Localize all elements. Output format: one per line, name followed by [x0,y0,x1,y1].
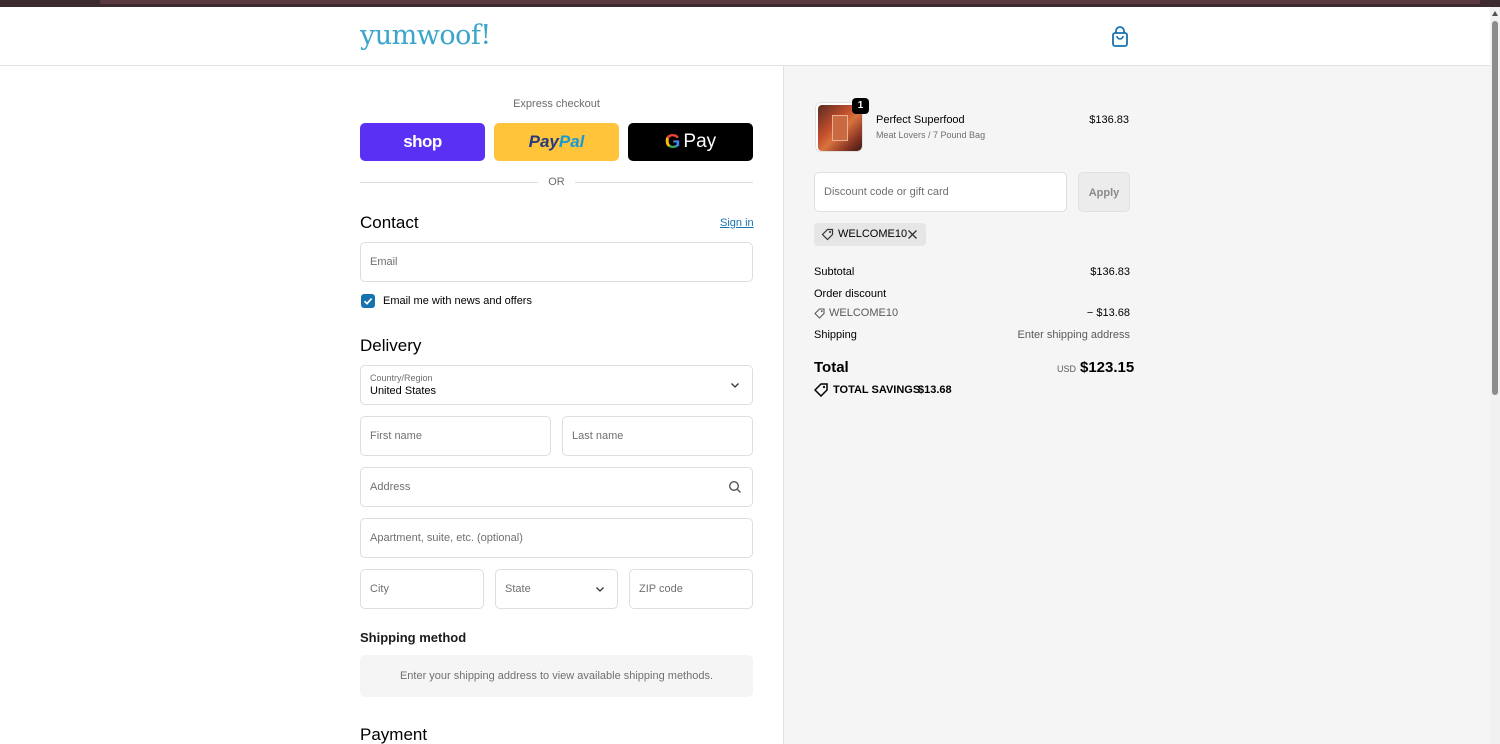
discount-code-input[interactable]: Discount code or gift card [814,172,1067,212]
contact-heading: Contact [360,213,419,232]
discount-placeholder: Discount code or gift card [824,186,949,198]
brand-logo[interactable]: yumwoof! [360,20,491,51]
country-select[interactable]: Country/Region United States [360,365,753,405]
newsletter-checkbox[interactable] [361,294,375,308]
tag-icon [821,228,834,241]
paypal-label-pal: Pal [558,132,585,151]
shopping-bag-icon[interactable] [1110,26,1130,48]
product-bag-graphic [832,115,848,141]
site-header: yumwoof! [0,7,1490,66]
sign-in-link[interactable]: Sign in [720,217,754,229]
page-scrollbar[interactable] [1490,7,1500,744]
zip-placeholder: ZIP code [639,583,683,595]
google-pay-button[interactable]: G Pay [628,123,753,161]
paypal-button[interactable]: Pay Pal [494,123,619,161]
subtotal-value: $136.83 [1090,266,1130,278]
chevron-down-icon [596,587,604,592]
country-label: Country/Region [370,373,433,383]
shipping-method-heading: Shipping method [360,630,467,645]
total-label: Total [814,359,849,376]
apartment-placeholder: Apartment, suite, etc. (optional) [370,532,523,544]
shipping-method-message: Enter your shipping address to view avai… [360,655,753,697]
scroll-up-arrow-icon[interactable] [1492,11,1498,16]
state-select[interactable]: State [495,569,618,609]
shipping-value: Enter shipping address [1017,329,1130,341]
remove-code-close-icon[interactable] [907,229,918,240]
shop-pay-button[interactable]: shop [360,123,485,161]
apply-discount-button[interactable]: Apply [1078,172,1130,212]
checkmark-icon [363,298,373,305]
apartment-field[interactable]: Apartment, suite, etc. (optional) [360,518,753,558]
scroll-thumb[interactable] [1492,21,1498,395]
city-field[interactable]: City [360,569,484,609]
total-currency: USD [1057,364,1077,374]
email-field[interactable]: Email [360,242,753,282]
last-name-placeholder: Last name [572,430,624,442]
express-checkout-label: Express checkout [513,98,600,110]
total-savings-value: $13.68 [918,384,952,396]
google-pay-label: Pay [683,131,717,152]
order-discount-label: Order discount [814,288,887,300]
order-discount-code: WELCOME10 [829,307,899,319]
divider-left [360,182,538,183]
email-placeholder: Email [370,256,398,268]
state-placeholder: State [505,583,531,595]
applied-code-label: WELCOME10 [838,228,908,240]
total-savings-label: TOTAL SAVINGS [833,384,921,396]
chevron-down-icon [731,383,739,388]
quantity-badge: 1 [852,98,869,114]
paypal-label-pay: Pay [528,132,559,151]
first-name-field[interactable]: First name [360,416,551,456]
google-g-icon: G [664,130,681,153]
city-placeholder: City [370,583,389,595]
zip-field[interactable]: ZIP code [629,569,753,609]
product-variant: Meat Lovers / 7 Pound Bag [876,130,986,140]
address-field[interactable]: Address [360,467,753,507]
shop-pay-label: shop [403,132,442,151]
savings-tag-icon [814,383,828,397]
delivery-heading: Delivery [360,336,422,355]
product-price: $136.83 [1089,114,1129,126]
country-value: United States [370,385,437,397]
browser-top-bar [0,0,1500,7]
order-discount-value: − $13.68 [1086,307,1130,319]
first-name-placeholder: First name [370,430,422,442]
total-value: $123.15 [1080,359,1135,376]
product-name: Perfect Superfood [876,114,965,126]
payment-heading: Payment [360,725,428,744]
browser-tab-strip [100,0,1480,4]
search-icon [728,480,741,493]
tag-icon [814,308,825,319]
applied-code-chip: WELCOME10 [814,223,926,246]
order-summary-panel [783,66,1490,744]
divider-right [575,182,753,183]
address-placeholder: Address [370,481,411,493]
shipping-label: Shipping [814,329,857,341]
or-divider-label: OR [548,176,565,188]
subtotal-label: Subtotal [814,266,855,278]
last-name-field[interactable]: Last name [562,416,753,456]
newsletter-label: Email me with news and offers [383,295,532,307]
